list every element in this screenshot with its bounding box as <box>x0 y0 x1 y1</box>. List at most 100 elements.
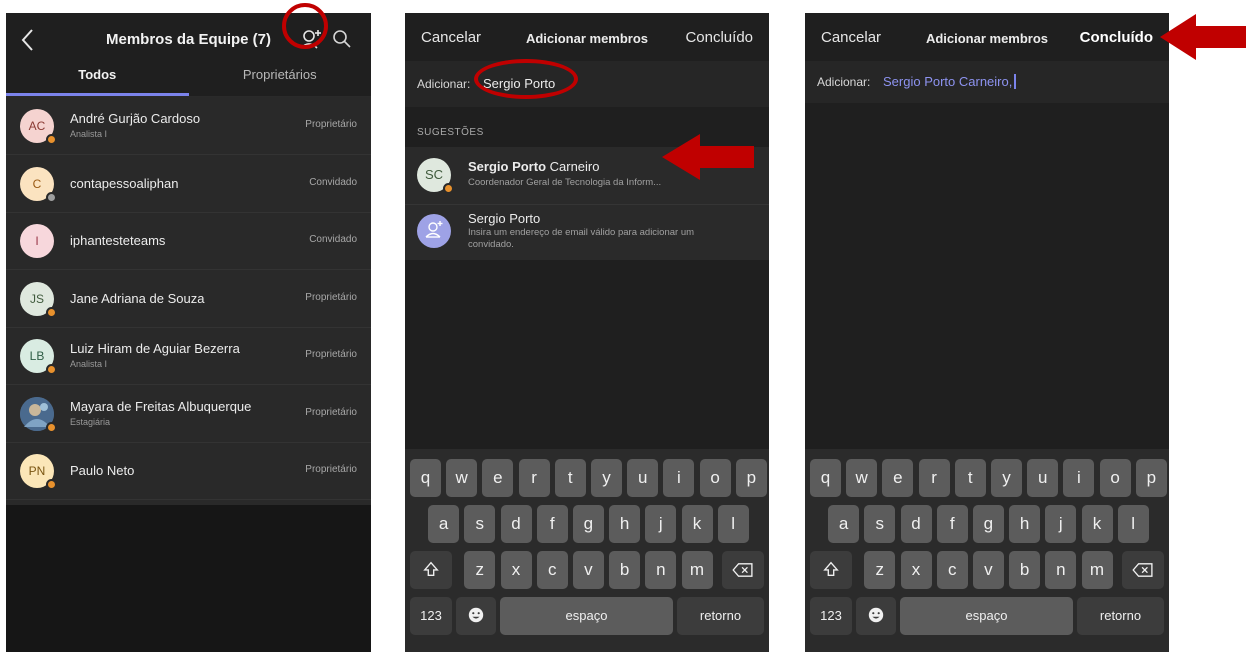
member-row[interactable]: Mayara de Freitas Albuquerque Estagiária P… <box>6 385 371 443</box>
key-q[interactable]: q <box>810 459 841 497</box>
key-y[interactable]: y <box>991 459 1022 497</box>
key-s[interactable]: s <box>464 505 496 543</box>
key-t[interactable]: t <box>954 459 986 497</box>
key-i[interactable]: i <box>663 459 695 497</box>
member-row[interactable]: AC André Gurjão Cardoso Analista I Propriet… <box>6 97 371 155</box>
key-l[interactable]: l <box>1117 505 1149 543</box>
key-c[interactable]: c <box>536 551 568 589</box>
key-f[interactable]: f <box>936 505 968 543</box>
numbers-key[interactable]: 123 <box>410 597 452 635</box>
member-role: Convidado <box>309 234 357 245</box>
key-s[interactable]: s <box>864 505 896 543</box>
key-z[interactable]: z <box>464 551 496 589</box>
backspace-icon <box>1132 563 1153 577</box>
key-j[interactable]: j <box>1045 505 1077 543</box>
key-p[interactable]: p <box>1135 459 1167 497</box>
presence-icon <box>46 191 57 203</box>
key-o[interactable]: o <box>699 459 731 497</box>
tab-todos[interactable]: Todos <box>6 67 189 82</box>
done-button[interactable]: Concluído <box>1080 29 1153 46</box>
selected-member-chip[interactable]: Sergio Porto Carneiro, <box>883 74 1012 89</box>
return-key[interactable]: retorno <box>677 597 764 635</box>
key-h[interactable]: h <box>1009 505 1041 543</box>
member-name: Paulo Neto <box>70 463 135 478</box>
key-a[interactable]: a <box>828 505 860 543</box>
add-member-field[interactable]: Adicionar: Sergio Porto Carneiro, <box>805 61 1169 103</box>
key-x[interactable]: x <box>500 551 532 589</box>
suggestions-label: SUGESTÕES <box>417 127 484 138</box>
shift-icon <box>823 561 839 576</box>
emoji-key[interactable] <box>456 597 496 635</box>
emoji-icon <box>468 607 484 623</box>
key-z[interactable]: z <box>864 551 896 589</box>
key-r[interactable]: r <box>918 459 950 497</box>
member-row[interactable]: PN Paulo Neto Proprietário <box>6 442 371 500</box>
add-members-screen-selected: Cancelar Adicionar membros Concluído Adi… <box>805 13 1169 652</box>
key-r[interactable]: r <box>518 459 550 497</box>
key-u[interactable]: u <box>1027 459 1059 497</box>
key-v[interactable]: v <box>572 551 604 589</box>
add-member-field[interactable]: Adicionar: Sergio Porto <box>405 61 769 107</box>
suggestion-name: Sergio Porto <box>468 211 541 226</box>
tab-proprietarios[interactable]: Proprietários <box>189 67 372 82</box>
done-button[interactable]: Concluído <box>685 29 753 46</box>
return-key[interactable]: retorno <box>1077 597 1164 635</box>
key-f[interactable]: f <box>536 505 568 543</box>
member-name: Luiz Hiram de Aguiar Bezerra <box>70 341 240 356</box>
key-i[interactable]: i <box>1063 459 1095 497</box>
member-row[interactable]: Ccontapessoaliphan Convidado <box>6 155 371 213</box>
key-m[interactable]: m <box>1081 551 1113 589</box>
member-role: Convidado <box>309 176 357 188</box>
key-g[interactable]: g <box>572 505 604 543</box>
key-d[interactable]: d <box>900 505 932 543</box>
key-j[interactable]: j <box>645 505 677 543</box>
key-q[interactable]: q <box>410 459 441 497</box>
key-x[interactable]: x <box>900 551 932 589</box>
key-y[interactable]: y <box>591 459 622 497</box>
member-row[interactable]: JS Jane Adriana de Souza Proprietário <box>6 270 371 328</box>
key-b[interactable]: b <box>609 551 641 589</box>
annotation-arrow <box>1160 14 1246 60</box>
space-key[interactable]: espaço <box>900 597 1073 635</box>
key-t[interactable]: t <box>554 459 586 497</box>
backspace-key[interactable] <box>1122 551 1164 589</box>
numbers-key[interactable]: 123 <box>810 597 852 635</box>
presence-icon <box>46 421 57 433</box>
key-a[interactable]: a <box>428 505 460 543</box>
key-e[interactable]: e <box>882 459 914 497</box>
key-h[interactable]: h <box>609 505 641 543</box>
annotation-circle <box>282 3 328 49</box>
backspace-key[interactable] <box>722 551 764 589</box>
key-k[interactable]: k <box>1081 505 1113 543</box>
key-w[interactable]: w <box>846 459 878 497</box>
member-name: André Gurjão Cardoso <box>70 111 201 126</box>
suggestion-item-guest[interactable]: Sergio Porto Insira um endereço de email… <box>405 204 769 260</box>
shift-key[interactable] <box>410 551 452 589</box>
key-b[interactable]: b <box>1009 551 1041 589</box>
space-key[interactable]: espaço <box>500 597 673 635</box>
key-d[interactable]: d <box>500 505 532 543</box>
add-input[interactable]: Sergio Porto Carneiro, <box>883 74 1017 89</box>
key-l[interactable]: l <box>717 505 749 543</box>
key-e[interactable]: e <box>482 459 514 497</box>
annotation-ellipse <box>474 59 578 99</box>
suggestion-name: Sergio Porto Carneiro <box>468 159 600 174</box>
key-k[interactable]: k <box>681 505 713 543</box>
key-n[interactable]: n <box>1045 551 1077 589</box>
key-o[interactable]: o <box>1099 459 1131 497</box>
avatar <box>417 214 451 248</box>
avatar: I <box>20 224 54 258</box>
key-w[interactable]: w <box>446 459 478 497</box>
key-g[interactable]: g <box>972 505 1004 543</box>
key-m[interactable]: m <box>681 551 713 589</box>
member-row[interactable]: LB Luiz Hiram de Aguiar Bezerra Analista I… <box>6 327 371 385</box>
key-u[interactable]: u <box>627 459 659 497</box>
key-p[interactable]: p <box>735 459 767 497</box>
emoji-key[interactable] <box>856 597 896 635</box>
shift-key[interactable] <box>810 551 852 589</box>
search-icon[interactable] <box>332 29 352 51</box>
key-n[interactable]: n <box>645 551 677 589</box>
key-v[interactable]: v <box>972 551 1004 589</box>
key-c[interactable]: c <box>936 551 968 589</box>
member-row[interactable]: Iiphantesteteams Convidado <box>6 212 371 270</box>
